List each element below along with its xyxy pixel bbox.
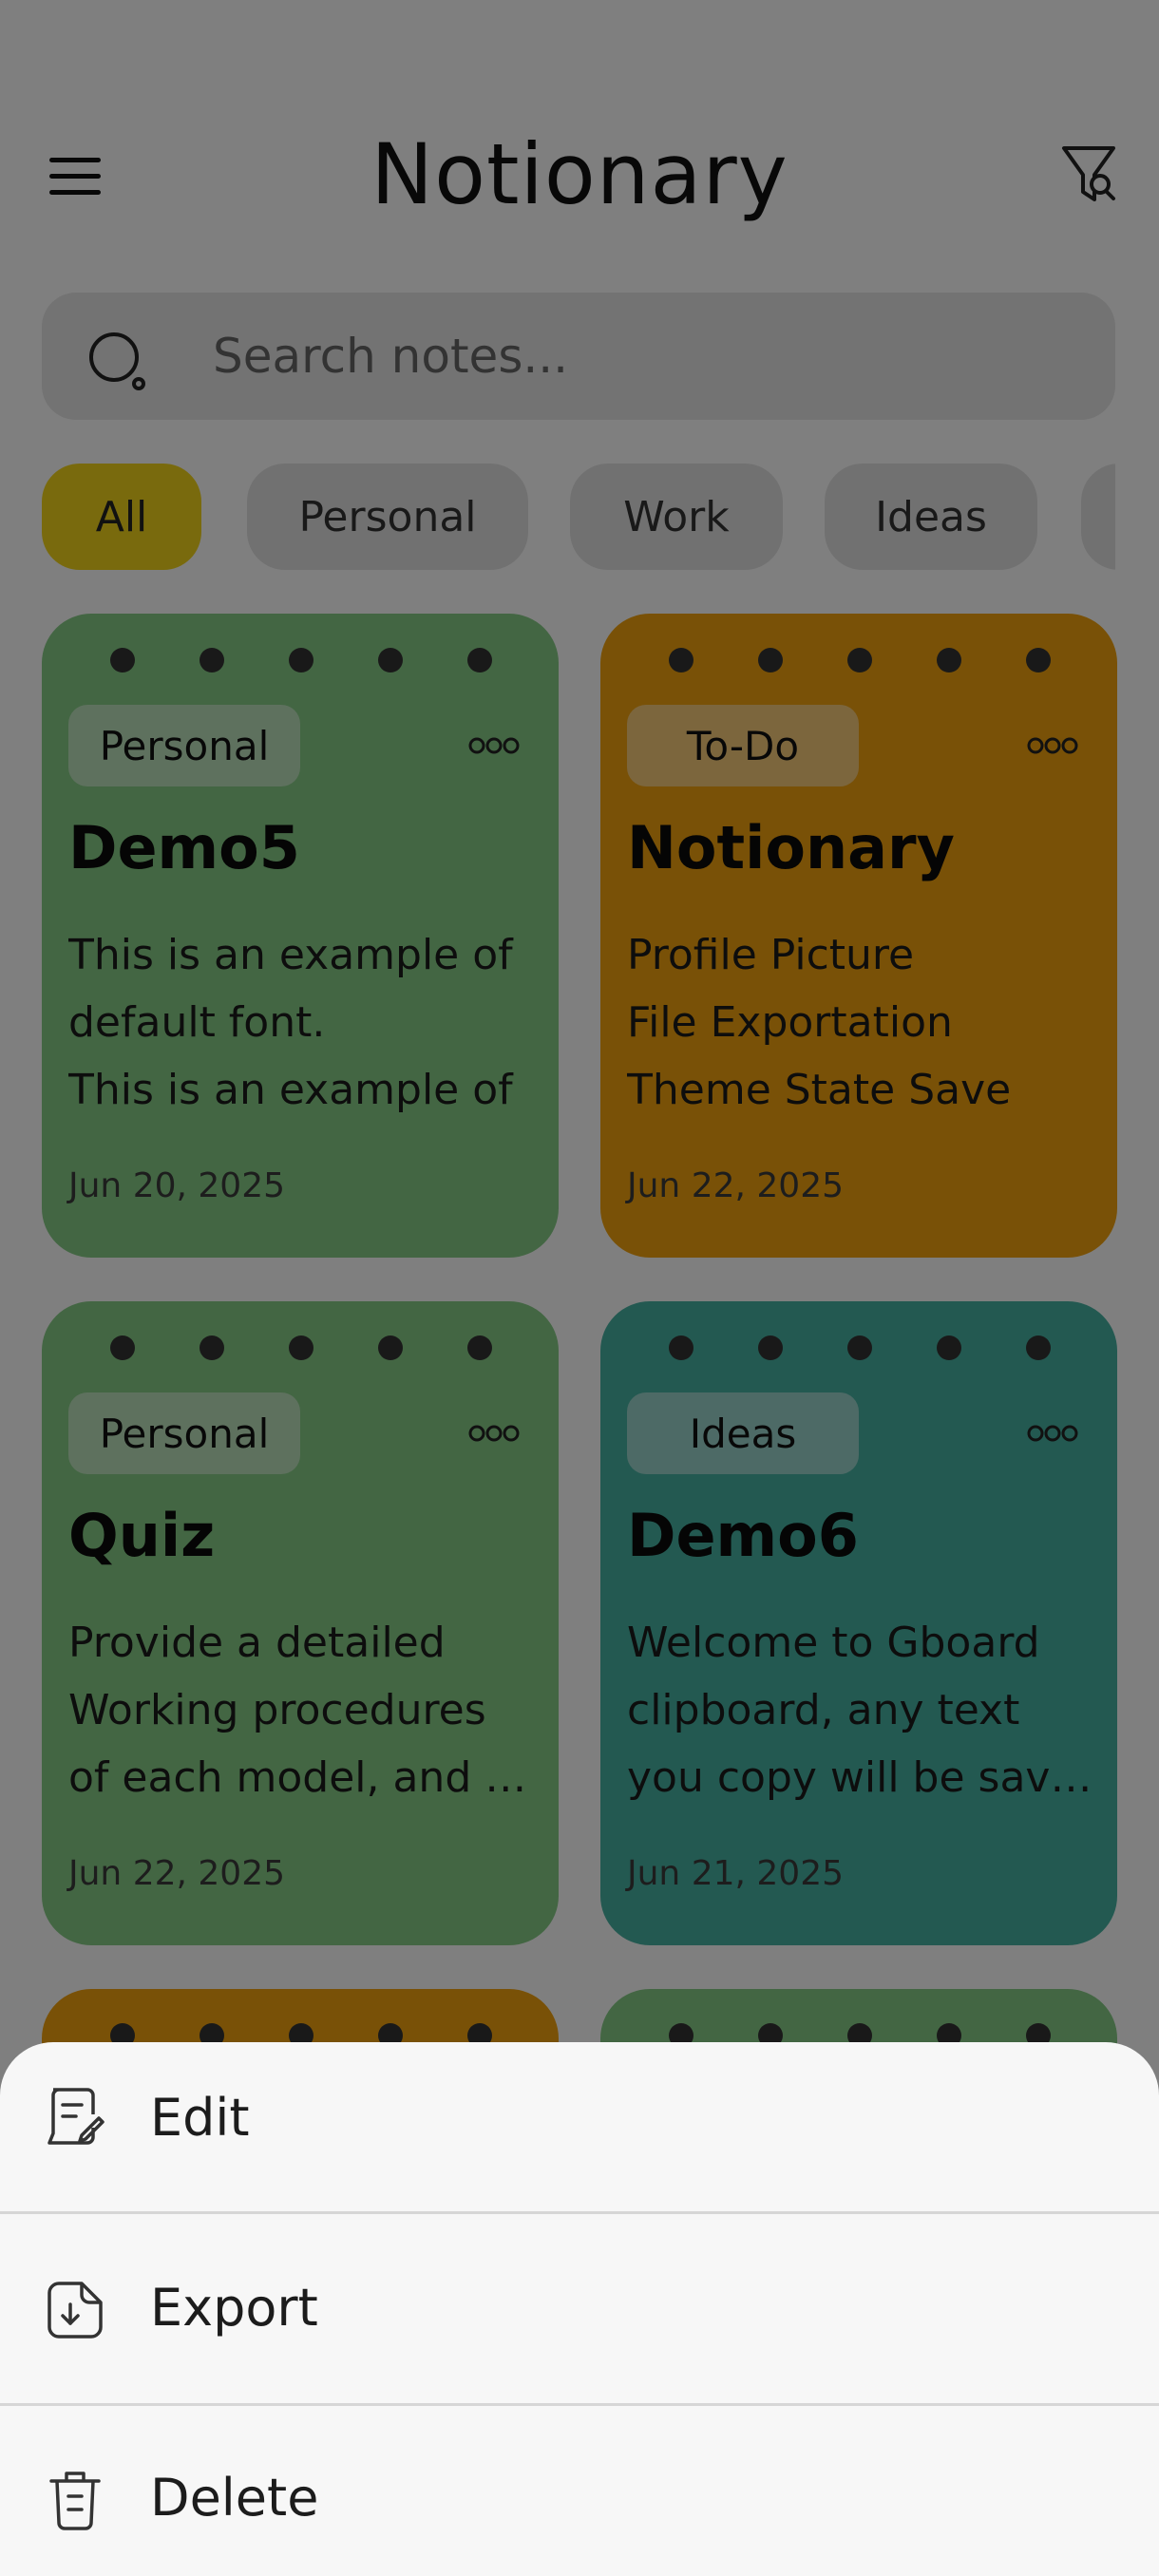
- export-label: Export: [150, 2278, 318, 2338]
- delete-label: Delete: [150, 2468, 319, 2528]
- note-actions-sheet: Edit Export Delete: [0, 2042, 1159, 2576]
- export-action[interactable]: Export: [0, 2232, 1159, 2422]
- divider: [0, 2403, 1159, 2406]
- export-icon: [46, 2280, 104, 2340]
- edit-action[interactable]: Edit: [0, 2042, 1159, 2232]
- edit-note-icon: [46, 2086, 104, 2147]
- edit-label: Edit: [150, 2088, 250, 2148]
- delete-action[interactable]: Delete: [0, 2422, 1159, 2576]
- divider: [0, 2211, 1159, 2214]
- trash-icon: [46, 2470, 104, 2530]
- notes-screen: Notionary All Personal Work Ideas Person…: [0, 0, 1159, 2576]
